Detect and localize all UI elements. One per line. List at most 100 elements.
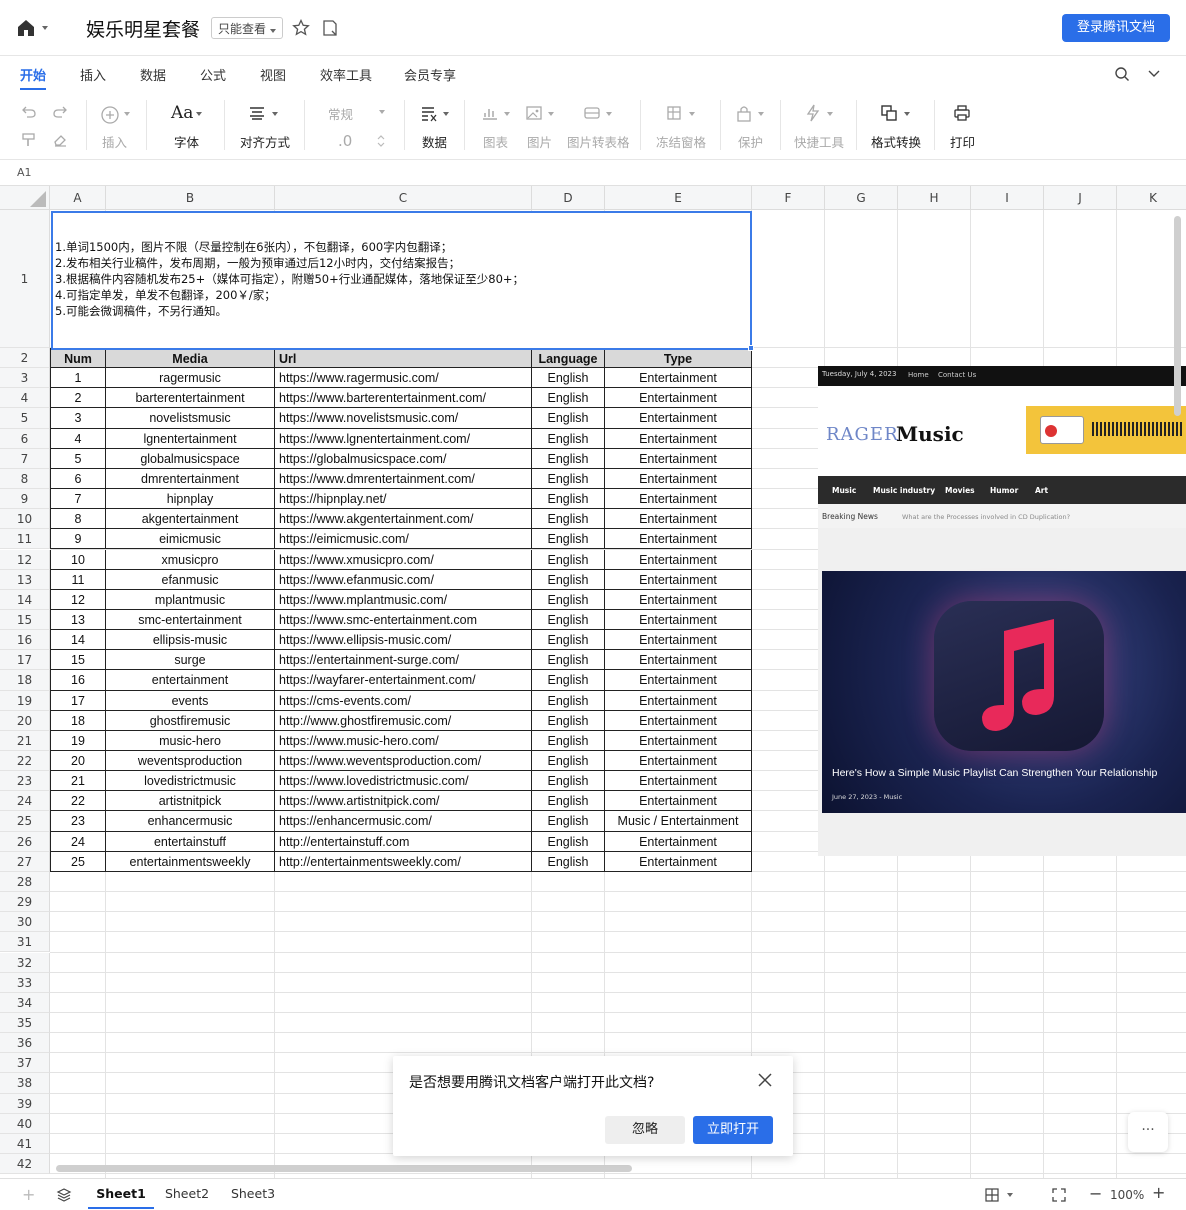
- row-header-34[interactable]: 34: [0, 992, 50, 1013]
- cell-language[interactable]: English: [532, 811, 605, 832]
- image-to-table-button[interactable]: 图片转表格: [567, 132, 630, 151]
- column-header-k[interactable]: K: [1117, 186, 1186, 210]
- header-cell-language[interactable]: Language: [532, 348, 605, 369]
- cell-type[interactable]: Entertainment: [605, 428, 752, 449]
- row-header-9[interactable]: 9: [0, 489, 50, 510]
- align-icon[interactable]: [248, 106, 266, 120]
- printer-icon[interactable]: [953, 104, 971, 122]
- cell-url[interactable]: https://hipnplay.net/: [275, 489, 532, 510]
- cell-media[interactable]: hipnplay: [106, 489, 275, 510]
- mode-badge[interactable]: 只能查看: [211, 17, 283, 39]
- cell-url[interactable]: https://www.barterentertainment.com/: [275, 388, 532, 409]
- row-header-8[interactable]: 8: [0, 468, 50, 490]
- tab-member[interactable]: 会员专享: [404, 65, 456, 84]
- row-header-11[interactable]: 11: [0, 529, 50, 550]
- insert-icon[interactable]: [100, 105, 120, 125]
- eraser-icon[interactable]: [52, 133, 68, 147]
- tab-efficiency[interactable]: 效率工具: [320, 65, 372, 84]
- cell-media[interactable]: surge: [106, 650, 275, 671]
- cell-url[interactable]: http://www.ghostfiremusic.com/: [275, 710, 532, 731]
- row-header-3[interactable]: 3: [0, 368, 50, 389]
- login-button[interactable]: 登录腾讯文档: [1062, 14, 1170, 42]
- add-sheet-icon[interactable]: +: [22, 1185, 35, 1204]
- cell-language[interactable]: English: [532, 428, 605, 449]
- cell-type[interactable]: Entertainment: [605, 408, 752, 429]
- cell-media[interactable]: novelistsmusic: [106, 408, 275, 429]
- cell-language[interactable]: English: [532, 710, 605, 731]
- zoom-out-button[interactable]: −: [1089, 1184, 1102, 1203]
- data-icon[interactable]: [420, 105, 438, 123]
- cell-num[interactable]: 13: [50, 609, 106, 631]
- cell-language[interactable]: English: [532, 730, 605, 751]
- column-header-j[interactable]: J: [1044, 186, 1117, 210]
- cell-type[interactable]: Entertainment: [605, 730, 752, 751]
- row-header-2[interactable]: 2: [0, 348, 50, 369]
- column-header-b[interactable]: B: [106, 186, 275, 210]
- cell-language[interactable]: English: [532, 650, 605, 671]
- row-header-28[interactable]: 28: [0, 871, 50, 893]
- sheet-tab-1[interactable]: Sheet1: [88, 1179, 154, 1209]
- quick-tools-button[interactable]: 快捷工具: [794, 132, 844, 151]
- row-header-7[interactable]: 7: [0, 448, 50, 469]
- row-header-15[interactable]: 15: [0, 609, 50, 631]
- cell-url[interactable]: http://entertainmentsweekly.com/: [275, 851, 532, 872]
- cell-media[interactable]: ragermusic: [106, 368, 275, 389]
- cell-type[interactable]: Entertainment: [605, 368, 752, 389]
- cell-media[interactable]: akgentertainment: [106, 509, 275, 530]
- freeze-button[interactable]: 冻结窗格: [656, 132, 706, 151]
- cell-url[interactable]: https://www.ellipsis-music.com/: [275, 630, 532, 651]
- row-header-21[interactable]: 21: [0, 730, 50, 751]
- cell-url[interactable]: https://www.akgentertainment.com/: [275, 509, 532, 530]
- row-header-38[interactable]: 38: [0, 1073, 50, 1094]
- column-header-a[interactable]: A: [50, 186, 106, 210]
- cell-num[interactable]: 7: [50, 489, 106, 510]
- cell-language[interactable]: English: [532, 569, 605, 590]
- cell-type[interactable]: Entertainment: [605, 650, 752, 671]
- chart-icon[interactable]: [481, 105, 499, 121]
- row-header-40[interactable]: 40: [0, 1113, 50, 1134]
- cell-type[interactable]: Entertainment: [605, 710, 752, 731]
- cell-type[interactable]: Entertainment: [605, 791, 752, 812]
- cell-media[interactable]: barterentertainment: [106, 388, 275, 409]
- image-icon[interactable]: [525, 105, 543, 121]
- cell-url[interactable]: https://eimicmusic.com/: [275, 529, 532, 550]
- cell-num[interactable]: 17: [50, 690, 106, 711]
- redo-icon[interactable]: [52, 105, 68, 119]
- cell-url[interactable]: https://globalmusicspace.com/: [275, 448, 532, 469]
- cell-media[interactable]: events: [106, 690, 275, 711]
- cell-media[interactable]: weventsproduction: [106, 751, 275, 772]
- cell-media[interactable]: lovedistrictmusic: [106, 771, 275, 792]
- lock-icon[interactable]: [736, 104, 752, 122]
- cell-language[interactable]: English: [532, 388, 605, 409]
- format-painter-icon[interactable]: [21, 133, 37, 147]
- row-header-33[interactable]: 33: [0, 972, 50, 993]
- row-header-14[interactable]: 14: [0, 589, 50, 610]
- cell-language[interactable]: English: [532, 529, 605, 550]
- cell-type[interactable]: Entertainment: [605, 388, 752, 409]
- row-header-10[interactable]: 10: [0, 509, 50, 530]
- vertical-scrollbar[interactable]: [1174, 216, 1181, 416]
- chevron-down-icon[interactable]: [1007, 1193, 1013, 1197]
- decimal-button[interactable]: .0: [338, 132, 352, 150]
- row-header-24[interactable]: 24: [0, 791, 50, 812]
- cell-language[interactable]: English: [532, 609, 605, 631]
- cell-type[interactable]: Entertainment: [605, 851, 752, 872]
- row-header-36[interactable]: 36: [0, 1033, 50, 1054]
- cell-num[interactable]: 25: [50, 851, 106, 872]
- more-options-button[interactable]: ···: [1128, 1112, 1168, 1152]
- image-button[interactable]: 图片: [527, 132, 552, 151]
- row-header-26[interactable]: 26: [0, 831, 50, 852]
- cell-url[interactable]: https://cms-events.com/: [275, 690, 532, 711]
- font-button[interactable]: 字体: [174, 132, 199, 151]
- cell-type[interactable]: Entertainment: [605, 448, 752, 469]
- cell-num[interactable]: 9: [50, 529, 106, 550]
- cell-media[interactable]: entertainmentsweekly: [106, 851, 275, 872]
- format-convert-button[interactable]: 格式转换: [871, 132, 921, 151]
- cell-url[interactable]: https://www.music-hero.com/: [275, 730, 532, 751]
- cell-type[interactable]: Entertainment: [605, 630, 752, 651]
- print-button[interactable]: 打印: [950, 132, 975, 151]
- chart-button[interactable]: 图表: [483, 132, 508, 151]
- undo-icon[interactable]: [21, 105, 37, 119]
- row-header-37[interactable]: 37: [0, 1053, 50, 1074]
- cell-url[interactable]: https://www.lgnentertainment.com/: [275, 428, 532, 449]
